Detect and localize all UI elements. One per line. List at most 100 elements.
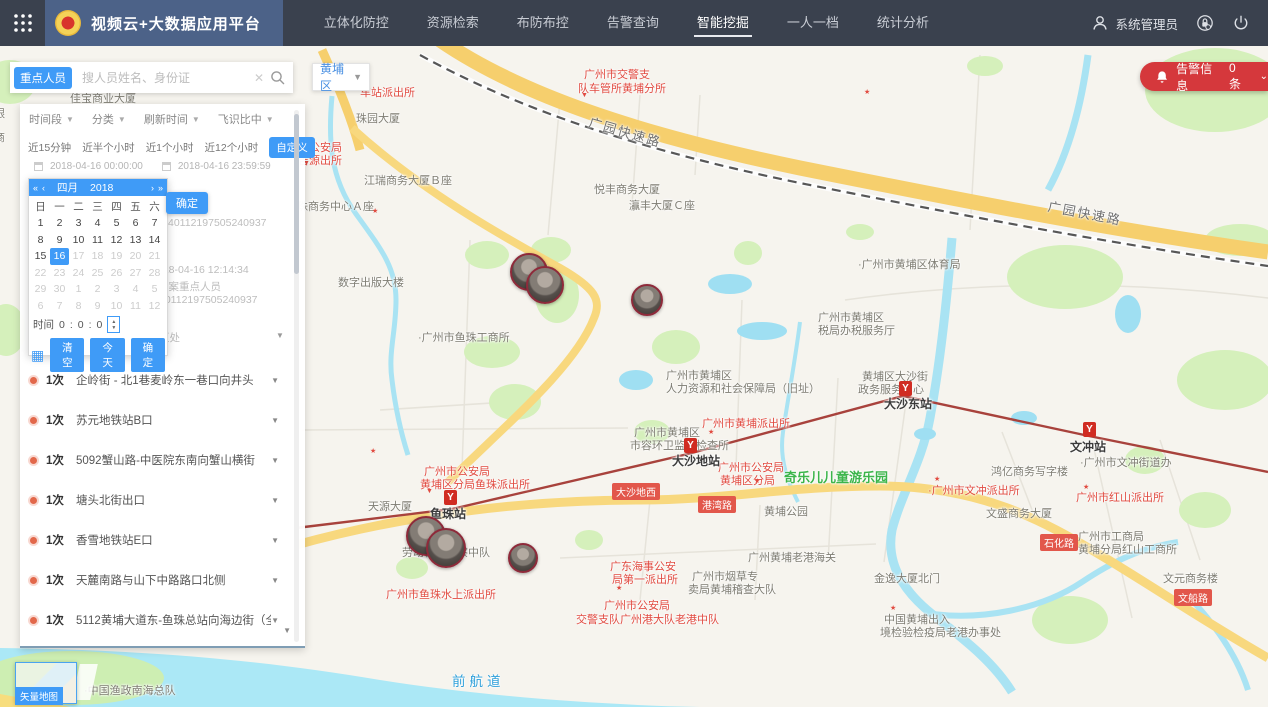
calendar-day[interactable]: 5	[145, 281, 164, 298]
security-badge-icon[interactable]	[1196, 14, 1214, 32]
user-menu[interactable]: 系统管理员	[1091, 14, 1178, 33]
district-selector[interactable]: 黄埔区 ▼	[312, 63, 370, 91]
calendar-day[interactable]: 21	[145, 248, 164, 265]
person-photo-marker[interactable]	[631, 284, 663, 316]
calendar-day[interactable]: 5	[107, 215, 126, 232]
person-photo-marker[interactable]	[508, 543, 538, 573]
nav-item[interactable]: 告警查询	[588, 0, 678, 46]
nav-item[interactable]: 智能挖掘	[678, 0, 768, 46]
calendar-day[interactable]: 16	[50, 248, 69, 265]
filter-dropdown[interactable]: 时间段▼	[29, 111, 74, 127]
next-month-icon[interactable]: ›	[151, 183, 154, 193]
clear-icon[interactable]: ✕	[248, 71, 270, 85]
calendar-icon[interactable]	[34, 162, 43, 171]
calendar-day[interactable]: 10	[107, 298, 126, 315]
date-end[interactable]: 2018-04-16 23:59:59	[178, 161, 271, 172]
prev-year-icon[interactable]: «	[33, 183, 38, 193]
calendar-day[interactable]: 8	[69, 298, 88, 315]
time-stepper[interactable]: ▲▼	[107, 316, 120, 333]
chevron-down-icon[interactable]: ▼	[271, 416, 279, 425]
calendar-day[interactable]: 4	[126, 281, 145, 298]
calendar-day[interactable]: 29	[31, 281, 50, 298]
list-item[interactable]: 1次塘头北街出口▼	[20, 482, 305, 518]
list-item[interactable]: 1次苏元地铁站B口▼	[20, 402, 305, 438]
calendar-day[interactable]: 30	[50, 281, 69, 298]
calendar-day[interactable]: 6	[126, 215, 145, 232]
time-range-option[interactable]: 近半个小时	[82, 140, 135, 155]
time-hour[interactable]: 0	[59, 319, 65, 331]
calendar-day[interactable]: 27	[126, 265, 145, 282]
list-item[interactable]: 1次5092蟹山路-中医院东南向蟹山横街▼	[20, 442, 305, 478]
filter-dropdown[interactable]: 飞识比中▼	[218, 111, 274, 127]
time-range-option[interactable]: 近1个小时	[146, 140, 194, 155]
calendar-year[interactable]: 2018	[90, 182, 147, 194]
list-item[interactable]: 1次天麓南路与山下中路路口北侧▼	[20, 562, 305, 598]
calendar-day[interactable]: 11	[126, 298, 145, 315]
list-item[interactable]: 1次香雪地铁站E口▼	[20, 522, 305, 558]
nav-item[interactable]: 资源检索	[408, 0, 498, 46]
time-range-option[interactable]: 自定义	[269, 137, 315, 158]
calendar-month[interactable]: 四月	[57, 180, 78, 195]
calendar-day[interactable]: 6	[31, 298, 50, 315]
time-minute[interactable]: 0	[78, 319, 84, 331]
calendar-day[interactable]: 7	[145, 215, 164, 232]
nav-item[interactable]: 立体化防控	[305, 0, 408, 46]
search-input[interactable]	[80, 70, 248, 86]
calendar-day[interactable]: 1	[69, 281, 88, 298]
calendar-day[interactable]: 8	[31, 232, 50, 249]
list-item[interactable]: 1次5112黄埔大道东-鱼珠总站向海边街（全）▼	[20, 602, 305, 638]
calendar-day[interactable]: 17	[69, 248, 88, 265]
chevron-down-icon[interactable]: ▼	[276, 331, 284, 340]
next-year-icon[interactable]: »	[158, 183, 163, 193]
chevron-down-icon[interactable]: ▼	[271, 496, 279, 505]
calendar-icon[interactable]	[162, 162, 171, 171]
calendar-day[interactable]: 28	[145, 265, 164, 282]
filter-dropdown[interactable]: 分类▼	[92, 111, 126, 127]
calendar-day[interactable]: 3	[107, 281, 126, 298]
calendar-day[interactable]: 18	[88, 248, 107, 265]
calendar-day[interactable]: 3	[69, 215, 88, 232]
time-range-option[interactable]: 近12个小时	[205, 140, 259, 155]
chevron-down-icon[interactable]: ▼	[271, 576, 279, 585]
calendar-day[interactable]: 14	[145, 232, 164, 249]
calendar-day[interactable]: 25	[88, 265, 107, 282]
calendar-day[interactable]: 24	[69, 265, 88, 282]
clear-button[interactable]: 清空	[50, 338, 84, 372]
calendar-day[interactable]: 9	[88, 298, 107, 315]
calendar-day[interactable]: 22	[31, 265, 50, 282]
confirm-button[interactable]: 确定	[166, 192, 208, 214]
nav-item[interactable]: 统计分析	[858, 0, 948, 46]
time-range-option[interactable]: 近15分钟	[28, 140, 71, 155]
nav-item[interactable]: 一人一档	[768, 0, 858, 46]
calendar-day[interactable]: 20	[126, 248, 145, 265]
calendar-grid-icon[interactable]: ▦	[31, 349, 44, 361]
calendar-day[interactable]: 11	[88, 232, 107, 249]
nav-item[interactable]: 布防布控	[498, 0, 588, 46]
chevron-down-icon[interactable]: ⌄	[1260, 71, 1268, 82]
step-down-icon[interactable]: ▼	[111, 325, 116, 331]
calendar-day[interactable]: 23	[50, 265, 69, 282]
calendar-day[interactable]: 12	[107, 232, 126, 249]
chevron-down-icon[interactable]: ▼	[271, 456, 279, 465]
chevron-down-icon[interactable]: ▼	[283, 626, 291, 635]
calendar-day[interactable]: 1	[31, 215, 50, 232]
minimap-label[interactable]: 矢量地图	[15, 687, 63, 705]
calendar-day[interactable]: 9	[50, 232, 69, 249]
calendar-day[interactable]: 26	[107, 265, 126, 282]
time-second[interactable]: 0	[97, 319, 103, 331]
scrollbar-thumb[interactable]	[294, 114, 299, 274]
calendar-day[interactable]: 4	[88, 215, 107, 232]
prev-month-icon[interactable]: ‹	[42, 183, 45, 193]
chevron-down-icon[interactable]: ▼	[271, 376, 279, 385]
filter-dropdown[interactable]: 刷新时间▼	[144, 111, 200, 127]
calendar-day[interactable]: 13	[126, 232, 145, 249]
ok-button[interactable]: 确定	[131, 338, 165, 372]
today-button[interactable]: 今天	[90, 338, 124, 372]
search-icon[interactable]	[270, 70, 285, 85]
chevron-down-icon[interactable]: ▼	[271, 616, 279, 625]
date-start[interactable]: 2018-04-16 00:00:00	[50, 161, 143, 172]
app-grid-icon[interactable]	[0, 0, 45, 46]
alert-bar[interactable]: 告警信息 0 条 ⌄	[1140, 62, 1268, 91]
calendar-day[interactable]: 2	[88, 281, 107, 298]
calendar-day[interactable]: 15	[31, 248, 50, 265]
